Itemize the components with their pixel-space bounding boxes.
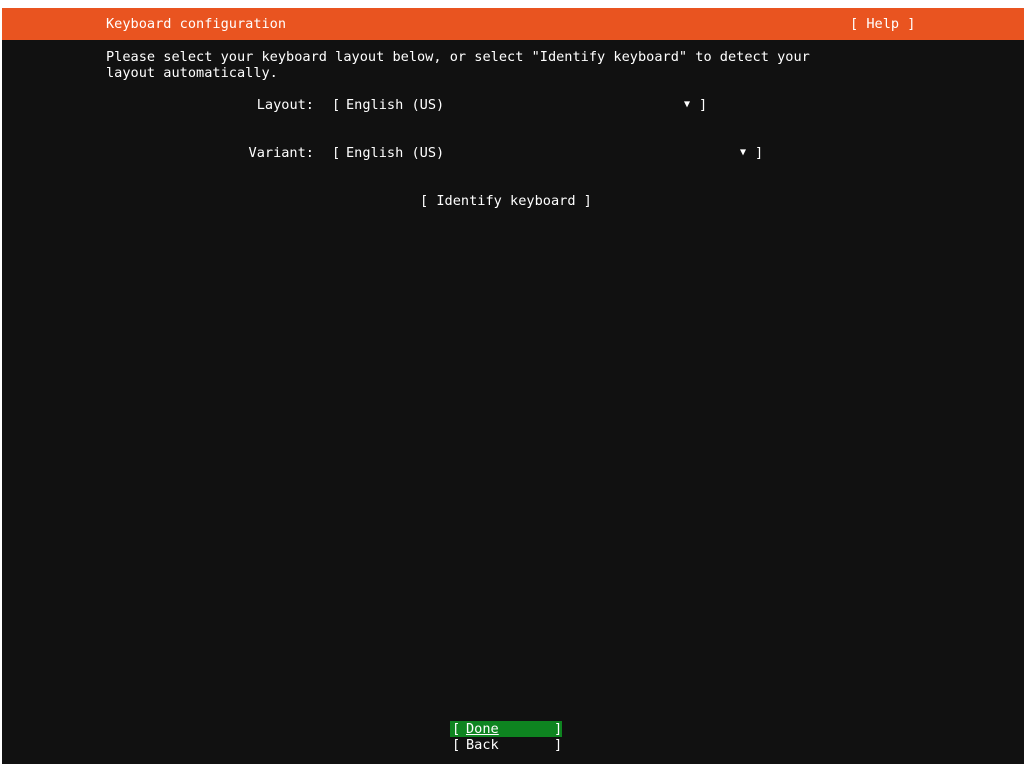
page-title: Keyboard configuration	[106, 16, 287, 32]
back-label: Back	[466, 737, 499, 753]
title-bar: Keyboard configuration [ Help ]	[2, 8, 1024, 40]
layout-label: Layout:	[256, 97, 314, 113]
installer-screen: Keyboard configuration [ Help ] Please s…	[2, 8, 1024, 764]
back-close-bracket: ]	[554, 737, 563, 753]
done-close-bracket: ]	[554, 721, 563, 737]
variant-select[interactable]: [ English (US) ▼ ]	[332, 145, 768, 163]
variant-label: Variant:	[248, 145, 314, 161]
chevron-down-icon: ▼	[740, 147, 747, 158]
instructions-text: Please select your keyboard layout below…	[106, 49, 819, 81]
identify-keyboard-button[interactable]: [ Identify keyboard ]	[420, 193, 592, 209]
layout-open-bracket: [	[332, 97, 341, 113]
variant-close-bracket: ]	[755, 145, 764, 161]
layout-select[interactable]: [ English (US) ▼ ]	[332, 97, 712, 115]
back-button[interactable]: [ Back ]	[450, 737, 562, 753]
layout-selected-value: English (US)	[346, 97, 445, 113]
done-label: Done	[466, 721, 499, 737]
layout-close-bracket: ]	[699, 97, 708, 113]
done-button[interactable]: [ Done ]	[450, 721, 562, 737]
done-open-bracket: [	[452, 721, 461, 737]
chevron-down-icon: ▼	[684, 99, 691, 110]
help-button[interactable]: [ Help ]	[850, 16, 915, 32]
back-open-bracket: [	[452, 737, 461, 753]
variant-selected-value: English (US)	[346, 145, 445, 161]
variant-open-bracket: [	[332, 145, 341, 161]
